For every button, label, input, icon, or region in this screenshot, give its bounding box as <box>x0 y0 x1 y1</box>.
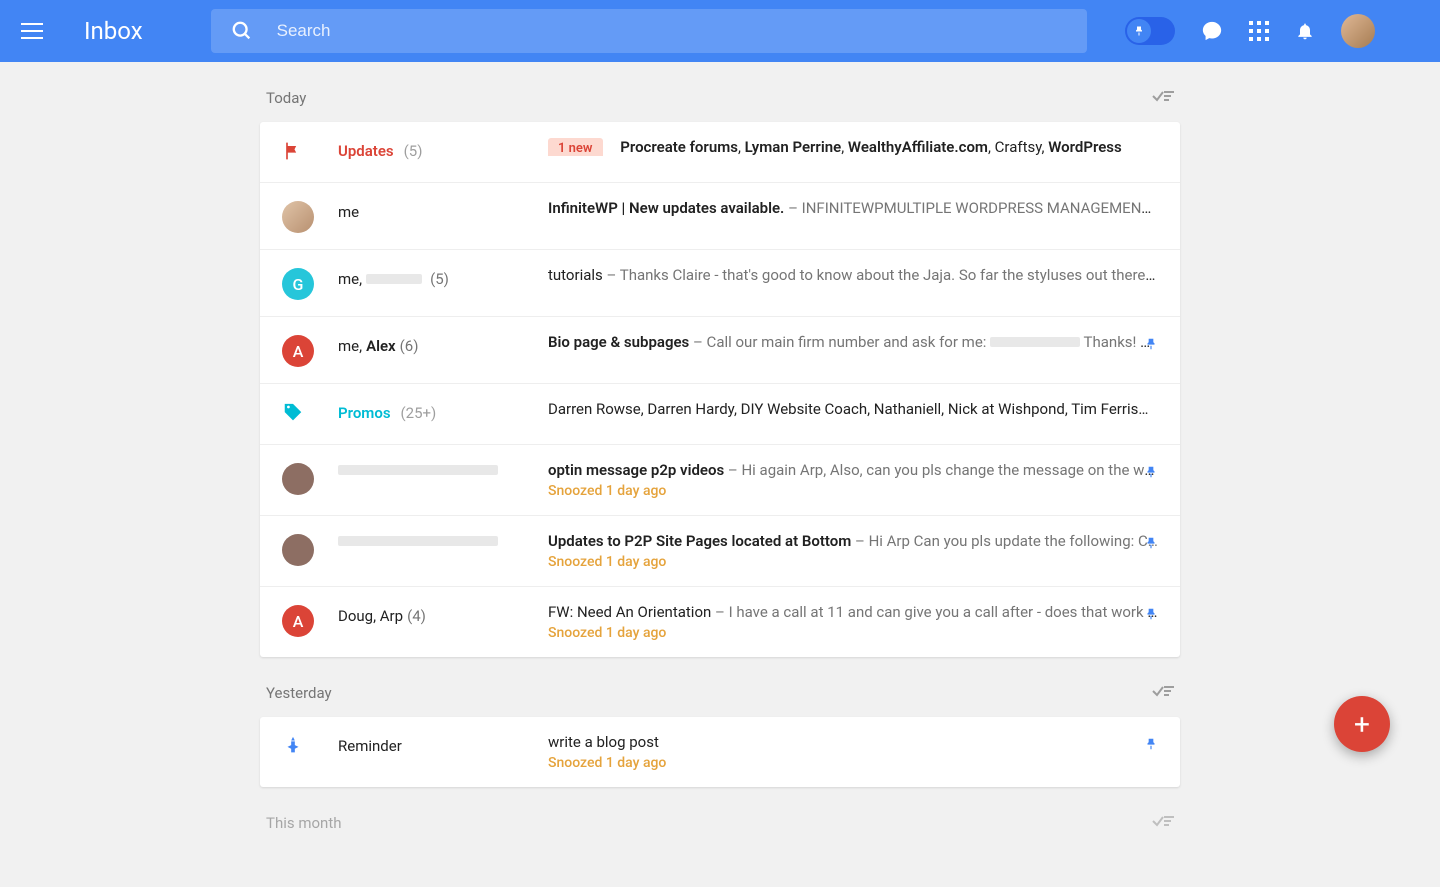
notifications-icon[interactable] <box>1295 20 1315 42</box>
new-badge: 1 new <box>548 138 603 156</box>
bundle-count: (5) <box>404 142 423 160</box>
email-preview: – Hi Arp Can you pls update the followin… <box>851 532 1158 550</box>
sender-name: me <box>338 203 359 221</box>
section-header-today: Today <box>260 62 1180 122</box>
section-header-thismonth: This month <box>260 787 1180 847</box>
tag-icon <box>282 402 304 428</box>
today-card: Updates(5) 1 new Procreate forums, Lyman… <box>260 122 1180 657</box>
reminder-subject: write a blog post <box>548 733 1158 751</box>
sender-avatar <box>282 463 314 495</box>
sender-avatar: A <box>282 335 314 367</box>
sweep-icon[interactable] <box>1152 88 1174 108</box>
email-row[interactable]: G me, (5) tutorials – Thanks Claire - th… <box>260 250 1180 317</box>
sender-avatar: A <box>282 605 314 637</box>
bundle-label: Promos <box>338 404 391 422</box>
email-subject: tutorials <box>548 266 603 284</box>
snoozed-label: Snoozed 1 day ago <box>548 554 1158 570</box>
apps-icon[interactable] <box>1249 21 1269 41</box>
email-preview: – Thanks Claire - that's good to know ab… <box>603 266 1158 284</box>
reminder-row[interactable]: Reminder write a blog post Snoozed 1 day… <box>260 717 1180 787</box>
pin-toggle[interactable] <box>1125 17 1175 45</box>
redacted-text <box>338 465 498 475</box>
snoozed-label: Snoozed 1 day ago <box>548 625 1158 641</box>
pin-icon[interactable] <box>1144 335 1158 357</box>
pin-icon[interactable] <box>1144 463 1158 485</box>
redacted-text <box>366 274 422 284</box>
flag-icon <box>282 140 302 166</box>
sender-avatar <box>282 534 314 566</box>
email-preview: – I have a call at 11 and can give you a… <box>711 603 1158 621</box>
email-row[interactable]: A Doug, Arp (4) FW: Need An Orientation … <box>260 587 1180 657</box>
section-label: Today <box>266 89 306 107</box>
header-actions <box>1125 14 1375 48</box>
email-preview: – Hi again Arp, Also, can you pls change… <box>724 461 1158 479</box>
section-label: This month <box>266 814 341 832</box>
reminder-label: Reminder <box>338 737 402 755</box>
app-logo[interactable]: Inbox <box>84 17 143 45</box>
section-header-yesterday: Yesterday <box>260 657 1180 717</box>
email-subject: InfiniteWP | New updates available. <box>548 199 784 217</box>
email-preview: – INFINITEWPMULTIPLE WORDPRESS MANAGEMEN… <box>788 199 1158 217</box>
reminder-icon <box>282 735 304 761</box>
redacted-text <box>338 536 498 546</box>
email-row[interactable]: A me, Alex (6) Bio page & subpages – Cal… <box>260 317 1180 384</box>
app-header: Inbox <box>0 0 1440 62</box>
section-label: Yesterday <box>266 684 332 702</box>
main-content: Today Updates(5) 1 new Procreate forums,… <box>240 62 1200 887</box>
hamburger-menu-icon[interactable] <box>18 17 46 45</box>
account-avatar[interactable] <box>1341 14 1375 48</box>
email-row[interactable]: me InfiniteWP | New updates available. –… <box>260 183 1180 250</box>
promos-senders: Darren Rowse, Darren Hardy, DIY Website … <box>548 400 1158 418</box>
sweep-icon[interactable] <box>1152 683 1174 703</box>
redacted-text <box>990 337 1080 347</box>
pin-icon[interactable] <box>1144 534 1158 556</box>
bundle-label: Updates <box>338 142 394 160</box>
pin-icon[interactable] <box>1144 605 1158 627</box>
email-subject: optin message p2p videos <box>548 461 724 479</box>
plus-icon: + <box>1354 708 1370 741</box>
email-subject: Updates to P2P Site Pages located at Bot… <box>548 532 851 550</box>
email-subject: Bio page & subpages <box>548 333 689 351</box>
search-input[interactable] <box>277 21 1067 41</box>
yesterday-card: Reminder write a blog post Snoozed 1 day… <box>260 717 1180 787</box>
pin-icon[interactable] <box>1144 735 1158 757</box>
snoozed-label: Snoozed 1 day ago <box>548 483 1158 499</box>
compose-button[interactable]: + <box>1334 696 1390 752</box>
search-icon <box>231 20 253 42</box>
chat-icon[interactable] <box>1201 20 1223 42</box>
sender-avatar: G <box>282 268 314 300</box>
sender-avatar <box>282 201 314 233</box>
email-subject: FW: Need An Orientation <box>548 603 711 621</box>
bundle-promos[interactable]: Promos(25+) Darren Rowse, Darren Hardy, … <box>260 384 1180 445</box>
search-box[interactable] <box>211 9 1087 53</box>
email-row[interactable]: Updates to P2P Site Pages located at Bot… <box>260 516 1180 587</box>
snoozed-label: Snoozed 1 day ago <box>548 755 1158 771</box>
sweep-icon[interactable] <box>1152 813 1174 833</box>
email-row[interactable]: optin message p2p videos – Hi again Arp,… <box>260 445 1180 516</box>
bundle-updates[interactable]: Updates(5) 1 new Procreate forums, Lyman… <box>260 122 1180 183</box>
